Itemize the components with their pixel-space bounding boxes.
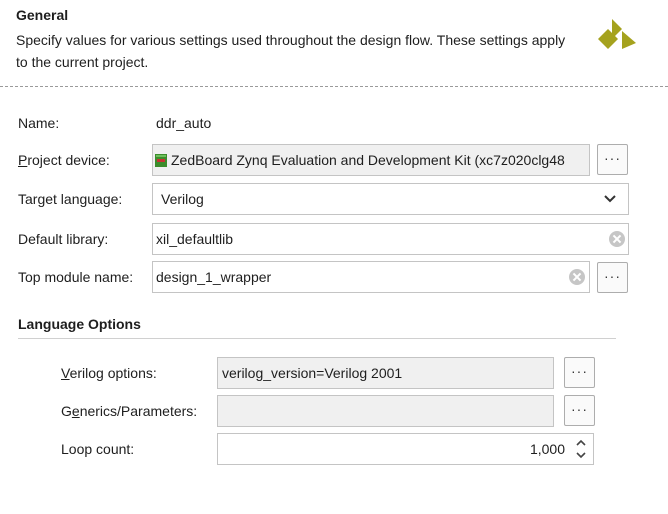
default-library-input[interactable]: xil_defaultlib xyxy=(152,223,629,255)
target-language-label: Target language: xyxy=(18,191,123,207)
project-device-field: ZedBoard Zynq Evaluation and Development… xyxy=(152,144,590,176)
section-divider xyxy=(18,338,616,339)
page-header: General Specify values for various setti… xyxy=(0,0,668,84)
loop-count-spinner[interactable]: 1,000 xyxy=(217,433,594,465)
top-module-label: Top module name: xyxy=(18,269,134,285)
top-module-browse-button[interactable]: ··· xyxy=(597,262,628,293)
spin-up-icon[interactable] xyxy=(576,439,586,446)
verilog-options-label: Verilog options: xyxy=(61,365,157,381)
language-options-title: Language Options xyxy=(18,316,141,332)
verilog-options-value: verilog_version=Verilog 2001 xyxy=(222,365,403,381)
board-icon xyxy=(155,154,167,167)
project-device-browse-button[interactable]: ··· xyxy=(597,144,628,175)
top-module-input[interactable]: design_1_wrapper xyxy=(152,261,590,293)
header-divider xyxy=(0,86,668,87)
verilog-options-browse-button[interactable]: ··· xyxy=(564,357,595,388)
page-title: General xyxy=(16,7,69,23)
default-library-label: Default library: xyxy=(18,231,109,247)
top-module-value: design_1_wrapper xyxy=(156,269,272,285)
page-description: Specify values for various settings used… xyxy=(16,32,566,70)
spin-down-icon[interactable] xyxy=(576,452,586,459)
generics-browse-button[interactable]: ··· xyxy=(564,395,595,426)
target-language-select[interactable]: Verilog xyxy=(152,183,629,215)
clear-icon[interactable] xyxy=(569,269,585,285)
default-library-value: xil_defaultlib xyxy=(156,231,234,247)
generics-label: Generics/Parameters: xyxy=(61,403,198,419)
target-language-value: Verilog xyxy=(161,191,204,207)
generics-field xyxy=(217,395,554,427)
xilinx-logo-icon xyxy=(598,19,636,49)
clear-icon[interactable] xyxy=(609,231,625,247)
project-device-value: ZedBoard Zynq Evaluation and Development… xyxy=(171,152,565,168)
verilog-options-field: verilog_version=Verilog 2001 xyxy=(217,357,554,389)
name-value: ddr_auto xyxy=(156,115,212,131)
loop-count-label: Loop count: xyxy=(61,441,135,457)
project-device-label: Project device: xyxy=(18,152,110,168)
loop-count-value: 1,000 xyxy=(529,441,565,457)
name-label: Name: xyxy=(18,115,60,131)
chevron-down-icon xyxy=(604,195,616,203)
